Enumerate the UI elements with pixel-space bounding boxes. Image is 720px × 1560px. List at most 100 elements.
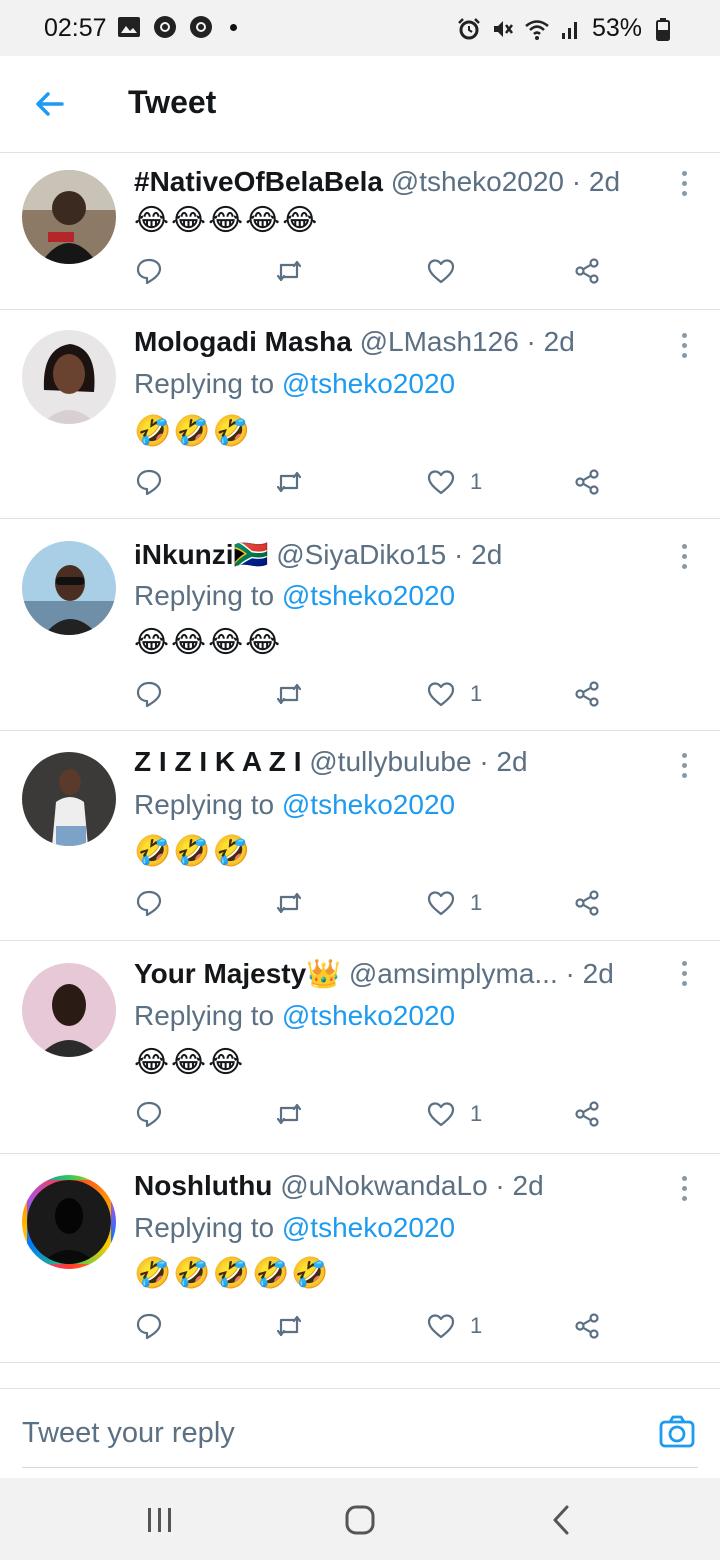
- more-options-icon[interactable]: [678, 171, 690, 196]
- author-handle: @tullybulube · 2d: [309, 746, 528, 777]
- more-options-icon[interactable]: [678, 333, 690, 358]
- tweet-header: #NativeOfBelaBela @tsheko2020 · 2d: [134, 166, 620, 198]
- page-title: Tweet: [128, 84, 217, 120]
- like-count: 1: [470, 681, 483, 706]
- author-name[interactable]: iNkunzi🇿🇦: [134, 539, 268, 570]
- avatar[interactable]: [22, 1175, 116, 1269]
- mention-link[interactable]: @tsheko2020: [282, 1000, 455, 1031]
- avatar[interactable]: [22, 541, 116, 635]
- more-options-icon[interactable]: [678, 753, 690, 778]
- mention-link[interactable]: @tsheko2020: [282, 1212, 455, 1243]
- tweet-item[interactable]: Z I Z I K A Z I @tullybulube · 2d Replyi…: [0, 731, 720, 941]
- author-handle: @tsheko2020 · 2d: [390, 166, 621, 197]
- alarm-icon: [456, 16, 482, 42]
- reply-button[interactable]: [134, 467, 164, 497]
- replying-label: Replying to: [134, 368, 282, 399]
- tweet-header: Mologadi Masha @LMash126 · 2d: [134, 326, 575, 358]
- chrome-icon: [152, 14, 178, 40]
- avatar[interactable]: [22, 330, 116, 424]
- top-app-bar: Tweet: [0, 56, 720, 153]
- like-button[interactable]: 1: [426, 1311, 482, 1341]
- battery-icon: [650, 16, 676, 42]
- mention-link[interactable]: @tsheko2020: [282, 368, 455, 399]
- retweet-button[interactable]: [274, 1099, 304, 1129]
- retweet-button[interactable]: [274, 1311, 304, 1341]
- share-icon: [575, 258, 599, 284]
- retweet-icon: [276, 892, 302, 914]
- like-button[interactable]: 1: [426, 467, 482, 497]
- like-count: 1: [470, 1313, 483, 1338]
- tweet-actions: 1: [134, 888, 614, 922]
- more-options-icon[interactable]: [678, 1176, 690, 1201]
- wifi-icon: [524, 16, 550, 42]
- share-button[interactable]: [572, 679, 602, 709]
- author-handle: @amsimplyma... · 2d: [348, 958, 614, 989]
- share-button[interactable]: [572, 1311, 602, 1341]
- share-button[interactable]: [572, 1099, 602, 1129]
- author-name[interactable]: Noshluthu: [134, 1170, 272, 1201]
- like-button[interactable]: 1: [426, 1099, 482, 1129]
- more-options-icon[interactable]: [678, 544, 690, 569]
- reply-button[interactable]: [134, 1099, 164, 1129]
- tweet-text: 😂😂😂😂😂: [134, 204, 320, 237]
- avatar[interactable]: [22, 752, 116, 846]
- like-button[interactable]: [426, 256, 470, 286]
- author-handle: @LMash126 · 2d: [359, 326, 575, 357]
- author-handle: @SiyaDiko15 · 2d: [276, 539, 503, 570]
- reply-button[interactable]: [134, 888, 164, 918]
- avatar[interactable]: [22, 170, 116, 264]
- tweet-header: Z I Z I K A Z I @tullybulube · 2d: [134, 746, 528, 778]
- avatar[interactable]: [22, 963, 116, 1057]
- retweet-button[interactable]: [274, 888, 304, 918]
- back-arrow-icon[interactable]: [30, 84, 70, 124]
- home-icon[interactable]: [340, 1500, 380, 1540]
- share-button[interactable]: [572, 888, 602, 918]
- reply-composer: Tweet your reply: [0, 1388, 720, 1479]
- more-options-icon[interactable]: [678, 961, 690, 986]
- more-notifications-dot: [230, 23, 237, 31]
- retweet-icon: [276, 471, 302, 493]
- author-handle: @uNokwandaLo · 2d: [280, 1170, 544, 1201]
- share-button[interactable]: [572, 256, 602, 286]
- tweet-actions: 1: [134, 1099, 614, 1133]
- author-name[interactable]: Your Majesty👑: [134, 958, 341, 989]
- retweet-icon: [276, 1103, 302, 1125]
- tweet-item[interactable]: Noshluthu @uNokwandaLo · 2d Replying to …: [0, 1154, 720, 1363]
- reply-button[interactable]: [134, 1311, 164, 1341]
- share-icon: [575, 1313, 599, 1339]
- back-nav-icon[interactable]: [542, 1500, 582, 1540]
- recent-apps-icon[interactable]: [140, 1500, 180, 1540]
- retweet-button[interactable]: [274, 256, 304, 286]
- like-button[interactable]: 1: [426, 679, 482, 709]
- share-icon: [575, 890, 599, 916]
- tweet-text: 😂😂😂: [134, 1046, 246, 1079]
- like-button[interactable]: 1: [426, 888, 482, 918]
- tweet-header: iNkunzi🇿🇦 @SiyaDiko15 · 2d: [134, 538, 502, 571]
- battery-percent: 53%: [591, 14, 642, 42]
- author-name[interactable]: Mologadi Masha: [134, 326, 352, 357]
- replying-to: Replying to @tsheko2020: [134, 368, 455, 400]
- status-bar: 02:57 53%: [0, 0, 720, 56]
- tweet-item[interactable]: Your Majesty👑 @amsimplyma... · 2d Replyi…: [0, 941, 720, 1154]
- retweet-button[interactable]: [274, 467, 304, 497]
- reply-input[interactable]: Tweet your reply: [22, 1417, 235, 1450]
- mention-link[interactable]: @tsheko2020: [282, 580, 455, 611]
- author-name[interactable]: Z I Z I K A Z I: [134, 746, 301, 777]
- tweet-item[interactable]: #NativeOfBelaBela @tsheko2020 · 2d 😂😂😂😂😂: [0, 153, 720, 310]
- status-time: 02:57: [44, 14, 107, 42]
- notification-icons: [116, 14, 237, 40]
- retweet-button[interactable]: [274, 679, 304, 709]
- replies-feed[interactable]: #NativeOfBelaBela @tsheko2020 · 2d 😂😂😂😂😂: [0, 153, 720, 1388]
- tweet-item[interactable]: iNkunzi🇿🇦 @SiyaDiko15 · 2d Replying to @…: [0, 519, 720, 731]
- replying-to: Replying to @tsheko2020: [134, 1212, 455, 1244]
- camera-icon[interactable]: [658, 1413, 696, 1451]
- reply-icon: [136, 258, 162, 285]
- tweet-item[interactable]: Mologadi Masha @LMash126 · 2d Replying t…: [0, 310, 720, 519]
- replying-to: Replying to @tsheko2020: [134, 1000, 455, 1032]
- mention-link[interactable]: @tsheko2020: [282, 789, 455, 820]
- reply-button[interactable]: [134, 679, 164, 709]
- reply-button[interactable]: [134, 256, 164, 286]
- share-button[interactable]: [572, 467, 602, 497]
- author-name[interactable]: #NativeOfBelaBela: [134, 166, 383, 197]
- heart-icon: [427, 470, 455, 495]
